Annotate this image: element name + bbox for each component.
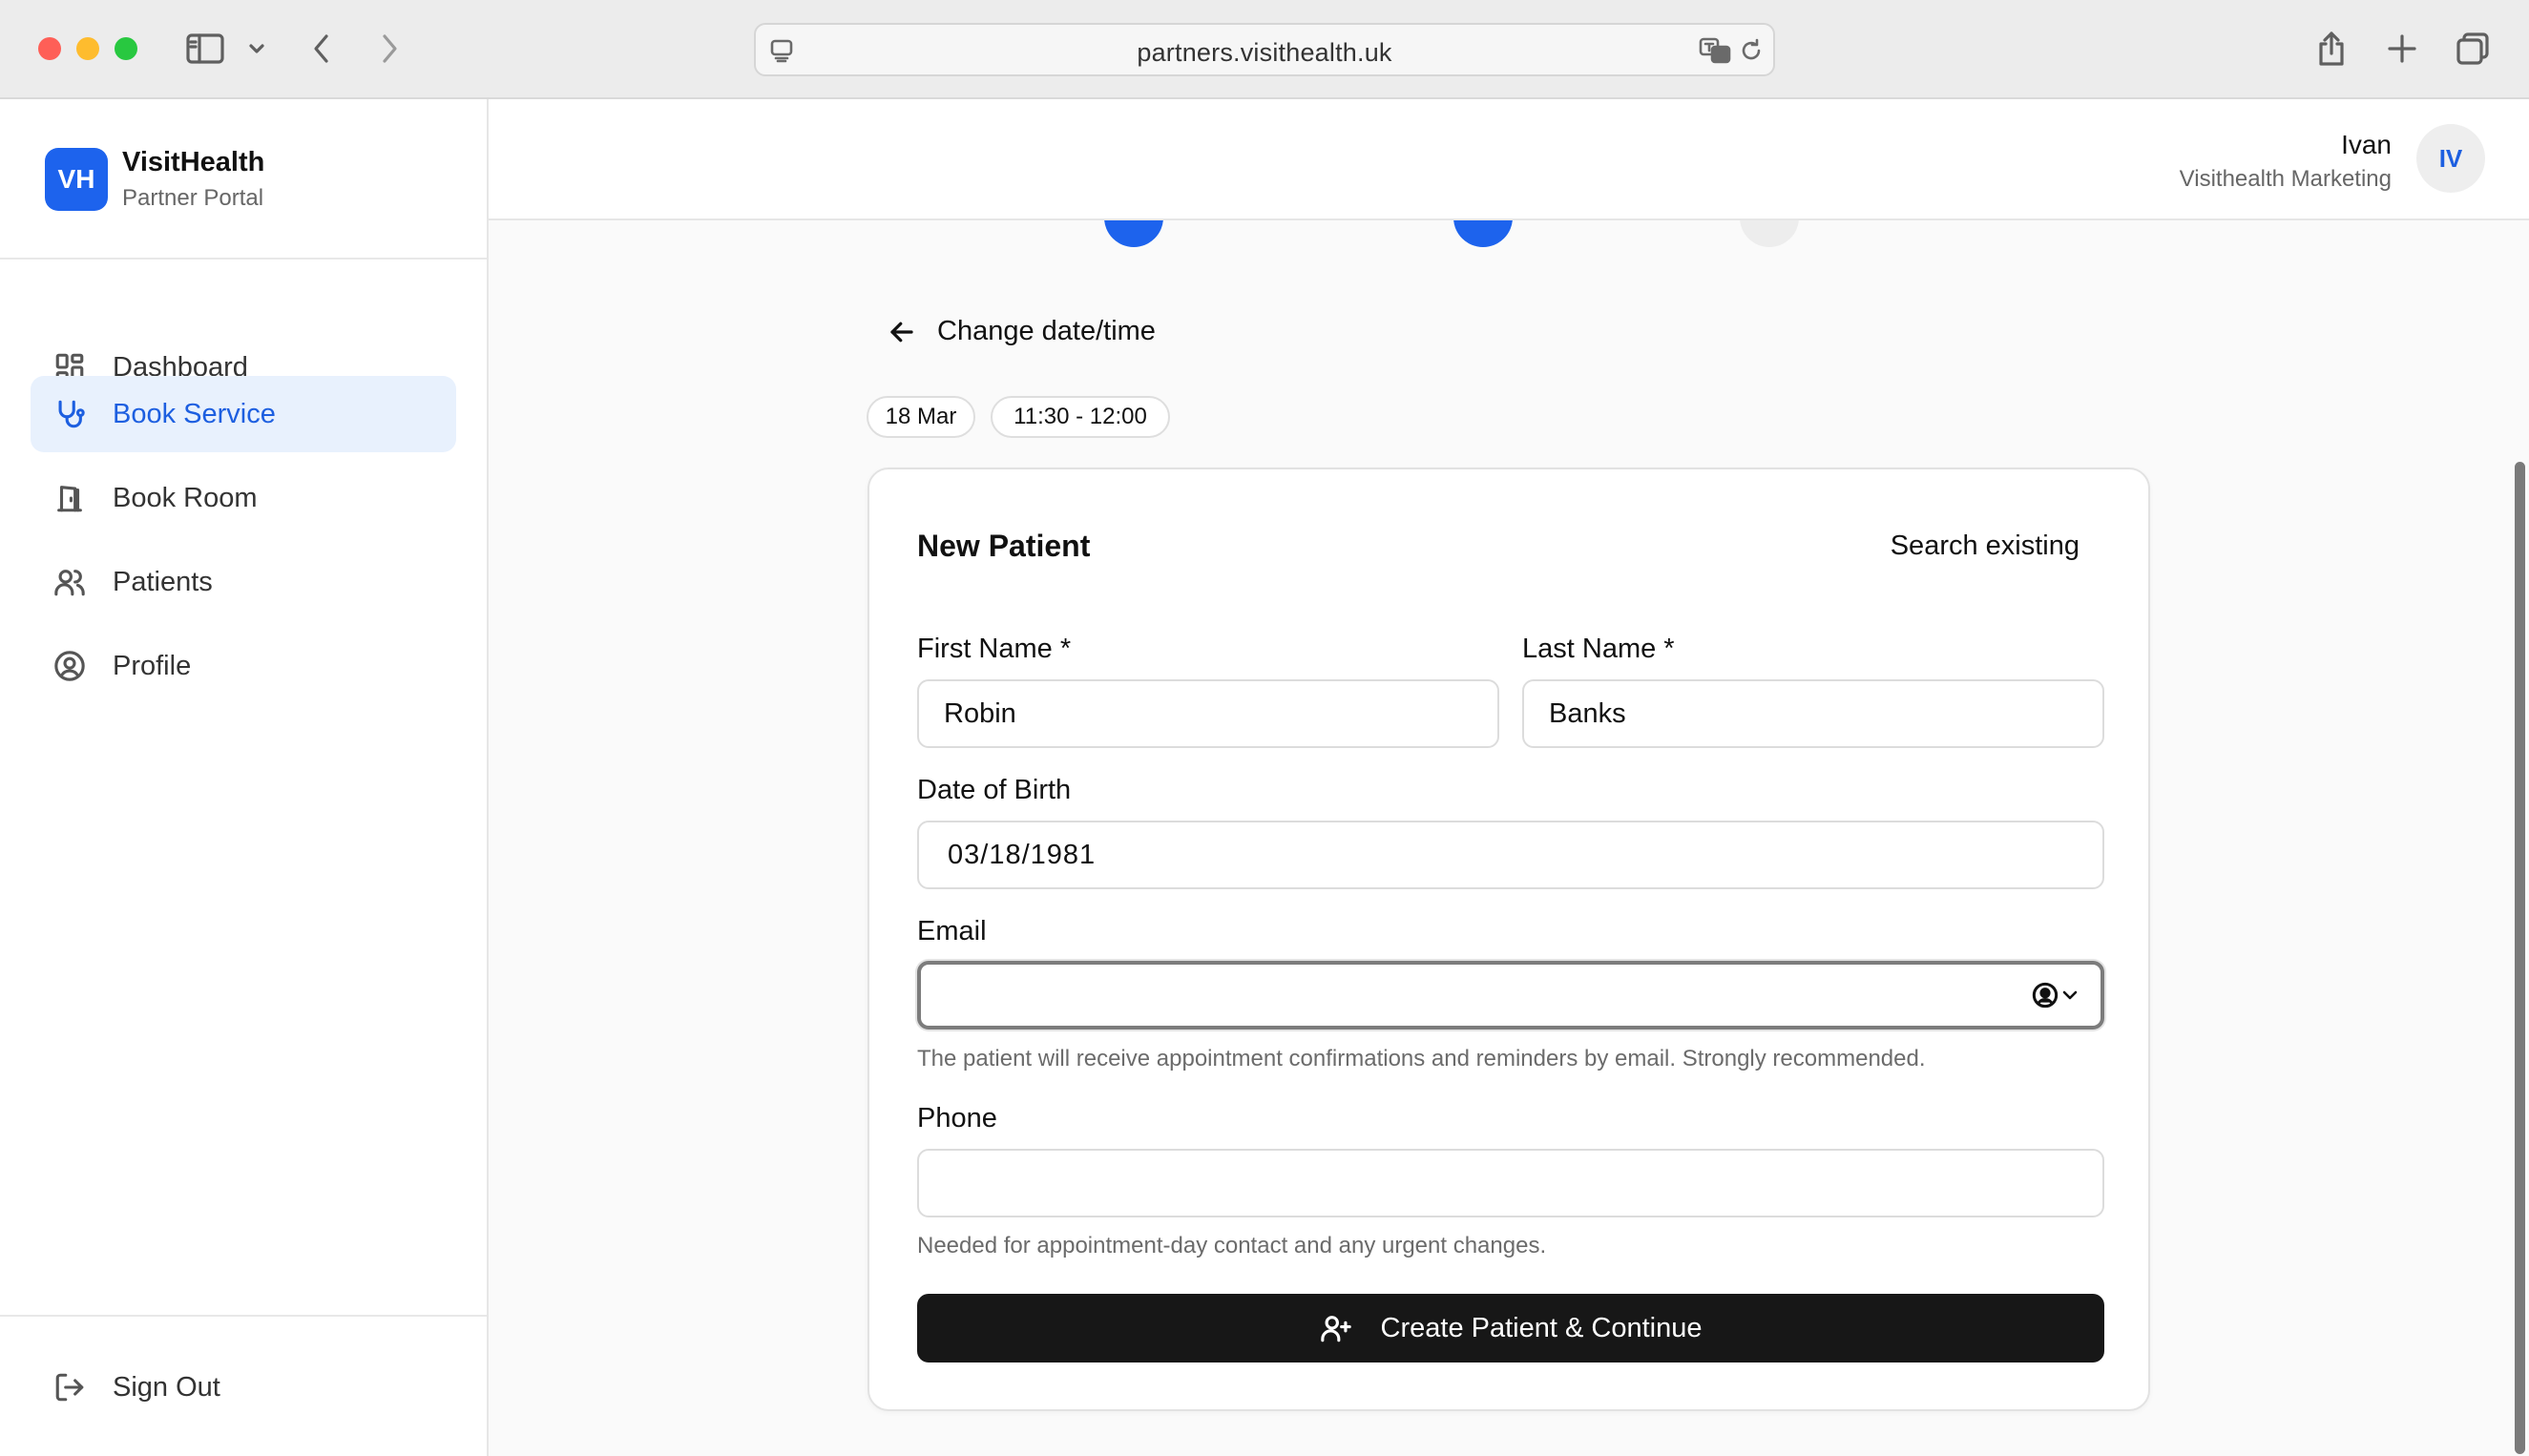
- translate-icon[interactable]: [1699, 34, 1731, 67]
- user-circle-icon: [54, 651, 85, 681]
- url-text: partners.visithealth.uk: [1137, 38, 1392, 67]
- search-existing-button[interactable]: Search existing: [1891, 530, 2080, 562]
- sidebar-item-label: Profile: [113, 650, 192, 681]
- address-bar[interactable]: partners.visithealth.uk: [754, 23, 1775, 76]
- avatar[interactable]: IV: [2416, 124, 2485, 193]
- brand-logo[interactable]: VH: [45, 148, 108, 211]
- new-patient-card: New Patient Search existing First Name *…: [867, 468, 2150, 1411]
- browser-toolbar: partners.visithealth.uk: [0, 0, 2529, 99]
- back-icon[interactable]: [300, 27, 344, 71]
- step-indicator-completed: [1104, 220, 1163, 247]
- time-chip: 11:30 - 12:00: [991, 396, 1170, 438]
- form-title: New Patient: [917, 529, 1091, 563]
- phone-field[interactable]: [917, 1149, 2104, 1217]
- sidebar: VH VisitHealth Partner Portal Dashboard …: [0, 99, 489, 1456]
- zoom-window-button[interactable]: [115, 37, 137, 60]
- first-name-field[interactable]: Robin: [917, 679, 1499, 748]
- autofill-contact-button[interactable]: [2032, 982, 2080, 1009]
- sidebar-item-book-room[interactable]: Book Room: [31, 460, 456, 536]
- contact-autofill-icon: [2032, 982, 2059, 1009]
- chevron-down-icon[interactable]: [235, 27, 279, 71]
- sign-out-button[interactable]: Sign Out: [31, 1349, 456, 1425]
- sign-out-icon: [55, 1373, 84, 1402]
- brand-header: VH VisitHealth Partner Portal: [0, 99, 487, 260]
- tab-overview-icon[interactable]: [2451, 27, 2495, 71]
- change-datetime-link[interactable]: Change date/time: [888, 316, 1156, 347]
- step-indicator-pending: [1740, 220, 1799, 247]
- users-icon: [54, 570, 85, 596]
- reload-icon[interactable]: [1735, 34, 1767, 67]
- sidebar-divider: [0, 1315, 487, 1317]
- user-name: Ivan: [2341, 130, 2392, 159]
- sidebar-toggle-icon[interactable]: [183, 27, 227, 71]
- top-bar: Ivan Visithealth Marketing IV: [489, 99, 2529, 220]
- last-name-field[interactable]: Banks: [1522, 679, 2104, 748]
- create-patient-label: Create Patient & Continue: [1380, 1312, 1703, 1343]
- sidebar-item-label: Book Service: [113, 398, 276, 429]
- new-tab-icon[interactable]: [2380, 27, 2424, 71]
- sidebar-item-patients[interactable]: Patients: [31, 544, 456, 620]
- date-of-birth-label: Date of Birth: [917, 775, 1072, 805]
- sign-out-label: Sign Out: [113, 1371, 220, 1403]
- user-plus-icon: [1320, 1316, 1351, 1342]
- main-content: Change date/time 18 Mar 11:30 - 12:00 Ne…: [489, 220, 2512, 1456]
- brand-name: VisitHealth: [122, 147, 265, 177]
- date-of-birth-field[interactable]: 03/18/1981: [917, 821, 2104, 889]
- share-icon[interactable]: [2310, 27, 2353, 71]
- email-field[interactable]: [917, 961, 2104, 1030]
- first-name-label: First Name *: [917, 634, 1072, 664]
- chevron-down-icon: [2062, 990, 2078, 1000]
- minimize-window-button[interactable]: [76, 37, 99, 60]
- arrow-left-icon: [890, 322, 913, 342]
- email-hint: The patient will receive appointment con…: [917, 1046, 1926, 1071]
- user-organization: Visithealth Marketing: [2179, 166, 2392, 192]
- sidebar-item-label: Book Room: [113, 482, 258, 513]
- email-label: Email: [917, 916, 987, 946]
- date-chip: 18 Mar: [867, 396, 975, 438]
- phone-label: Phone: [917, 1103, 997, 1134]
- sidebar-item-book-service[interactable]: Book Service: [31, 376, 456, 452]
- forward-icon[interactable]: [367, 27, 411, 71]
- close-window-button[interactable]: [38, 37, 61, 60]
- last-name-label: Last Name *: [1522, 634, 1675, 664]
- create-patient-continue-button[interactable]: Create Patient & Continue: [917, 1294, 2104, 1362]
- sidebar-item-label: Patients: [113, 566, 213, 597]
- phone-hint: Needed for appointment-day contact and a…: [917, 1233, 1547, 1258]
- sidebar-item-profile[interactable]: Profile: [31, 628, 456, 704]
- step-indicator-completed: [1453, 220, 1513, 247]
- scrollbar-thumb[interactable]: [2515, 462, 2525, 1454]
- stethoscope-icon: [58, 400, 85, 428]
- door-icon: [57, 486, 82, 512]
- brand-subtitle: Partner Portal: [122, 185, 264, 211]
- change-datetime-label: Change date/time: [937, 316, 1156, 346]
